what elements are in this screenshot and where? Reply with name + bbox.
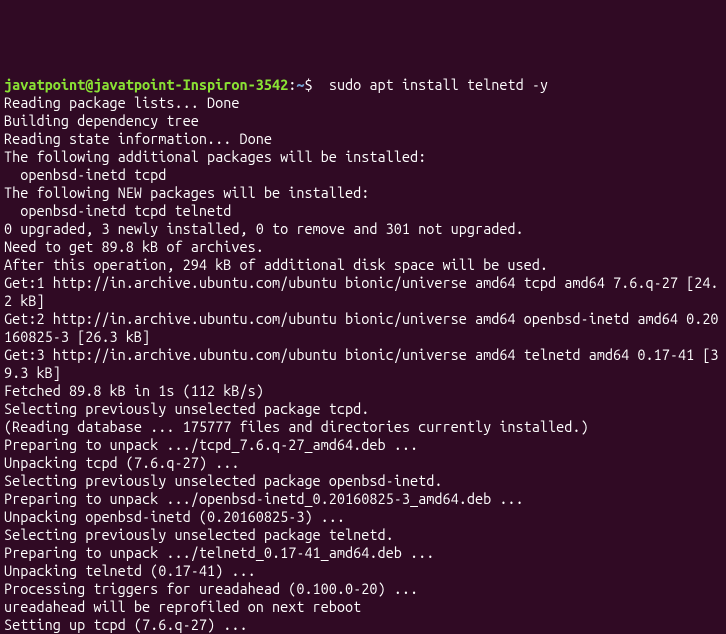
command-input[interactable]: sudo apt install telnetd -y bbox=[313, 76, 548, 93]
terminal-output: Reading package lists... Done Building d… bbox=[4, 94, 719, 633]
prompt-dollar: $ bbox=[304, 76, 312, 93]
prompt-user-host: javatpoint@javatpoint-Inspiron-3542 bbox=[4, 76, 288, 93]
